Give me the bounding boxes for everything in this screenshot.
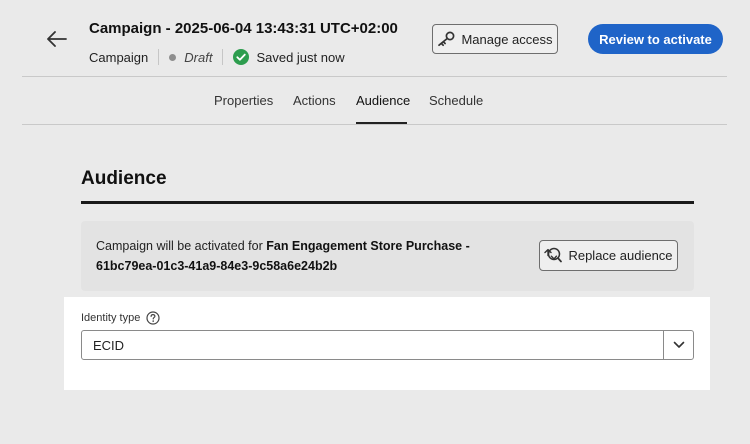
checkmark-circle-icon bbox=[233, 49, 250, 65]
tab-schedule[interactable]: Schedule bbox=[429, 93, 483, 108]
replace-audience-label: Replace audience bbox=[568, 248, 673, 263]
page-title: Campaign - 2025-06-04 13:43:31 UTC+02:00 bbox=[89, 20, 398, 37]
identity-type-label-text: Identity type bbox=[81, 312, 141, 324]
tab-bar: Properties Actions Audience Schedule bbox=[0, 76, 750, 124]
audience-info-box: Campaign will be activated for Fan Engag… bbox=[81, 221, 694, 291]
back-button[interactable] bbox=[44, 28, 70, 50]
tab-audience[interactable]: Audience bbox=[356, 93, 410, 108]
meta-separator bbox=[222, 49, 224, 65]
dropdown-button[interactable] bbox=[663, 331, 693, 359]
section-rule bbox=[81, 201, 694, 204]
replace-audience-button[interactable]: Replace audience bbox=[539, 240, 678, 271]
section-heading: Audience bbox=[81, 168, 167, 189]
arrow-left-icon bbox=[47, 31, 67, 47]
status-dot-icon bbox=[169, 53, 177, 61]
identity-type-value: ECID bbox=[93, 338, 125, 353]
identity-type-select[interactable]: ECID bbox=[81, 330, 694, 360]
help-circle-icon[interactable] bbox=[146, 311, 160, 325]
status-badge: Draft bbox=[184, 49, 213, 65]
campaign-meta: Campaign Draft Saved just now bbox=[89, 48, 345, 66]
audience-info-text: Campaign will be activated for Fan Engag… bbox=[96, 236, 526, 276]
campaign-type: Campaign bbox=[89, 49, 149, 65]
info-prefix: Campaign will be activated for bbox=[96, 239, 267, 253]
review-to-activate-button[interactable]: Review to activate bbox=[588, 24, 723, 54]
tab-properties[interactable]: Properties bbox=[214, 93, 273, 108]
chevron-down-icon bbox=[673, 341, 684, 348]
manage-access-button[interactable]: Manage access bbox=[432, 24, 558, 54]
identity-field-panel: Identity type ECID bbox=[64, 297, 710, 390]
tab-actions[interactable]: Actions bbox=[293, 93, 336, 108]
meta-separator bbox=[158, 49, 160, 65]
manage-access-label: Manage access bbox=[461, 31, 553, 47]
campaign-editor: Campaign - 2025-06-04 13:43:31 UTC+02:00… bbox=[0, 0, 750, 444]
tabs-divider bbox=[22, 124, 727, 125]
identity-type-label: Identity type bbox=[81, 311, 160, 325]
save-status: Saved just now bbox=[256, 49, 345, 65]
replace-audience-icon bbox=[544, 247, 563, 263]
key-icon bbox=[438, 31, 455, 47]
